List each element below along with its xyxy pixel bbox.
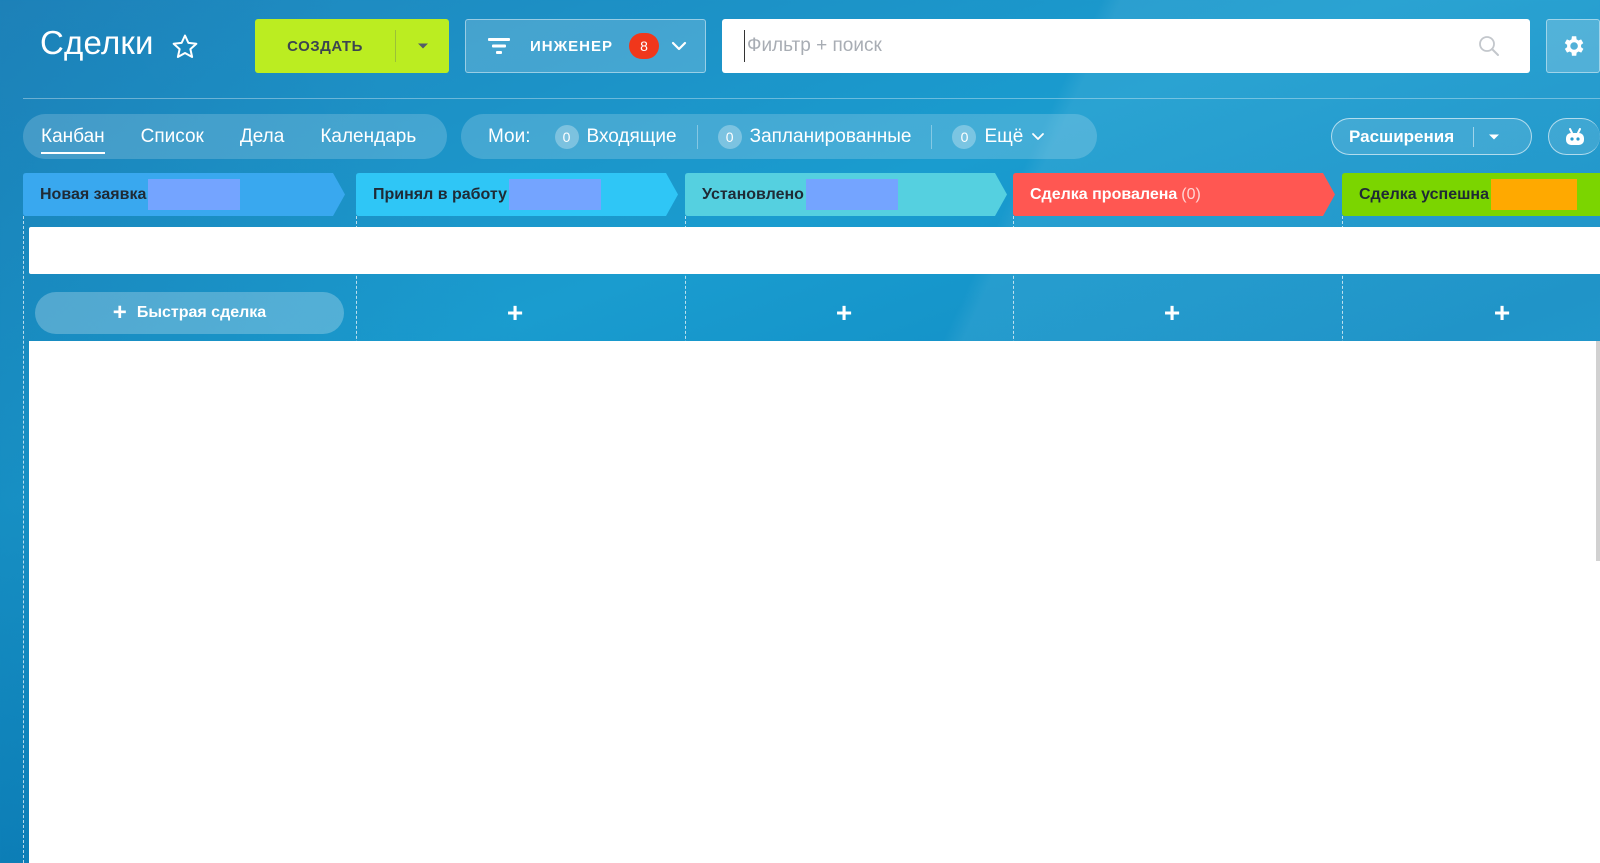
stage-in-progress[interactable]: Принял в работу bbox=[356, 173, 686, 216]
gear-icon bbox=[1564, 36, 1584, 56]
search-icon[interactable] bbox=[1478, 35, 1500, 57]
filter-icon bbox=[488, 38, 510, 54]
search-box[interactable] bbox=[722, 19, 1530, 73]
extensions-label: Расширения bbox=[1349, 126, 1455, 146]
stage-count: (0) bbox=[1181, 185, 1201, 203]
create-dropdown-toggle[interactable] bbox=[396, 42, 449, 50]
counter-label: Ещё bbox=[984, 125, 1024, 147]
add-deal-button[interactable]: + bbox=[1157, 297, 1187, 328]
page-title: Сделки bbox=[40, 24, 154, 61]
stage-new[interactable]: Новая заявка bbox=[23, 173, 353, 216]
kanban-board bbox=[29, 341, 1600, 863]
robot-icon bbox=[1565, 127, 1584, 145]
tab-kanban[interactable]: Канбан bbox=[41, 126, 105, 154]
header-divider bbox=[23, 98, 1600, 99]
stage-failed[interactable]: Сделка провалена (0) bbox=[1013, 173, 1343, 216]
star-icon[interactable] bbox=[170, 32, 200, 62]
plus-icon: + bbox=[112, 299, 127, 326]
my-counters-label: Мои: bbox=[488, 125, 531, 147]
create-button[interactable]: СОЗДАТЬ bbox=[255, 19, 449, 73]
extensions-button[interactable]: Расширения bbox=[1331, 118, 1532, 155]
column-separator bbox=[1013, 216, 1014, 863]
my-counters: Мои: 0 Входящие 0 Запланированные 0 Ещё bbox=[461, 114, 1097, 159]
counter-divider bbox=[931, 124, 933, 149]
caret-down-icon[interactable] bbox=[1488, 133, 1500, 141]
counter-incoming[interactable]: 0 Входящие bbox=[554, 124, 677, 149]
stage-sum-redacted bbox=[509, 179, 602, 210]
stage-installed[interactable]: Установлено bbox=[685, 173, 1015, 216]
stage-name: Установлено bbox=[702, 185, 804, 203]
filter-preset-button[interactable]: ИНЖЕНЕР 8 bbox=[465, 19, 706, 73]
add-deal-button[interactable]: + bbox=[829, 297, 859, 328]
add-deal-button[interactable]: + bbox=[500, 297, 530, 328]
filter-counter-badge: 8 bbox=[629, 33, 660, 59]
settings-button[interactable] bbox=[1546, 19, 1600, 73]
tab-list[interactable]: Список bbox=[141, 126, 204, 148]
quick-deal-label: Быстрая сделка bbox=[136, 304, 267, 321]
quick-deal-button[interactable]: + Быстрая сделка bbox=[35, 292, 344, 334]
column-separator bbox=[356, 216, 357, 863]
chevron-down-icon bbox=[1032, 133, 1045, 140]
stage-sum-redacted bbox=[1490, 179, 1577, 210]
counter-planned[interactable]: 0 Запланированные bbox=[717, 124, 912, 149]
column-separator bbox=[685, 216, 686, 863]
stage-name: Новая заявка bbox=[40, 185, 147, 203]
counter-badge: 0 bbox=[717, 124, 742, 149]
counter-label: Входящие bbox=[586, 125, 677, 147]
add-deal-button[interactable]: + bbox=[1487, 297, 1517, 328]
filter-preset-label: ИНЖЕНЕР bbox=[530, 37, 614, 55]
stage-name: Принял в работу bbox=[373, 185, 508, 203]
create-button-label: СОЗДАТЬ bbox=[287, 37, 363, 55]
stage-sum-redacted bbox=[805, 179, 898, 210]
stage-name: Сделка успешна bbox=[1359, 185, 1489, 203]
scrollbar[interactable] bbox=[1596, 341, 1600, 561]
counter-label: Запланированные bbox=[749, 125, 912, 147]
robots-button[interactable] bbox=[1548, 118, 1600, 155]
column-separator bbox=[23, 216, 24, 863]
view-switcher: Канбан Список Дела Календарь bbox=[23, 114, 447, 159]
counter-more[interactable]: 0 Ещё bbox=[952, 124, 1045, 149]
stage-name: Сделка провалена bbox=[1030, 185, 1178, 203]
counter-badge: 0 bbox=[554, 124, 579, 149]
column-separator bbox=[1342, 216, 1343, 863]
stage-sum-redacted bbox=[148, 179, 241, 210]
tab-calendar[interactable]: Календарь bbox=[320, 126, 416, 148]
caret-down-icon bbox=[417, 43, 428, 49]
counter-divider bbox=[696, 124, 698, 149]
stage-summary-strip bbox=[29, 227, 1600, 274]
search-input[interactable] bbox=[744, 30, 1469, 62]
tab-activities[interactable]: Дела bbox=[240, 126, 284, 148]
stage-success[interactable]: Сделка успешна bbox=[1342, 173, 1600, 216]
extensions-divider bbox=[1473, 126, 1475, 147]
counter-badge: 0 bbox=[952, 124, 977, 149]
chevron-down-icon bbox=[671, 41, 687, 51]
